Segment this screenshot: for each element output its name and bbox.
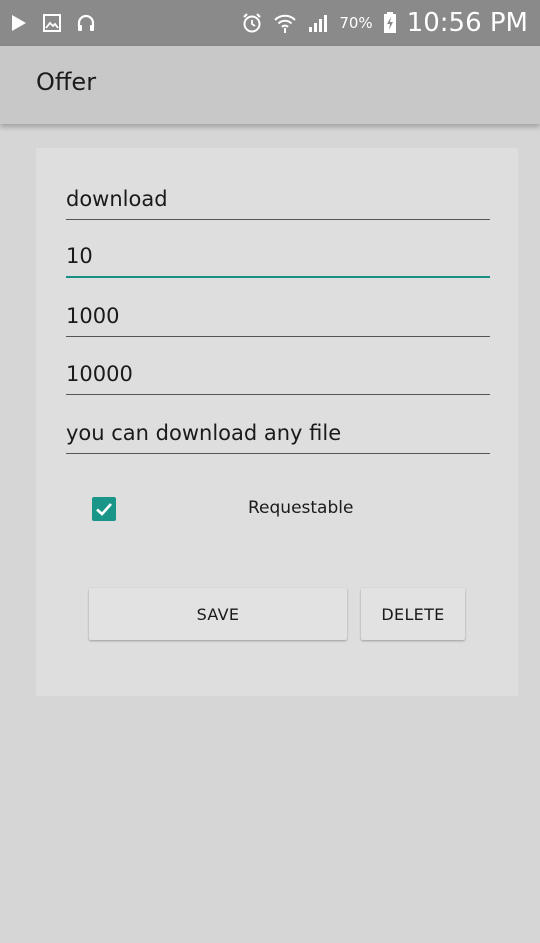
status-bar: 70% 10:56 PM [0,0,540,46]
battery-percent: 70% [339,14,373,32]
image-icon [42,13,62,33]
quantity-field[interactable]: 10 [66,234,490,278]
status-right-icons: 70% 10:56 PM [241,0,528,46]
limit-field[interactable]: 10000 [66,351,490,395]
requestable-checkbox[interactable] [92,497,116,521]
name-field[interactable]: download [66,176,490,220]
checkmark-icon [96,503,112,516]
headset-icon [76,13,96,33]
requestable-label: Requestable [248,498,354,518]
page-title: Offer [36,68,97,96]
price-field[interactable]: 1000 [66,293,490,337]
name-field-value: download [66,187,168,211]
offer-form-card: download 10 1000 10000 you can download … [36,148,518,696]
status-clock: 10:56 PM [406,8,528,38]
app-bar: Offer [0,46,540,124]
quantity-field-value: 10 [66,244,93,268]
alarm-icon [241,12,263,34]
status-left-icons [10,0,96,46]
description-field-value: you can download any file [66,421,342,445]
price-field-value: 1000 [66,304,120,328]
delete-button[interactable]: DELETE [361,588,465,640]
description-field[interactable]: you can download any file [66,410,490,454]
signal-icon [307,13,329,33]
limit-field-value: 10000 [66,362,133,386]
battery-charging-icon [383,12,397,34]
save-button[interactable]: SAVE [89,588,347,640]
play-icon [10,13,28,33]
wifi-icon [273,12,297,34]
